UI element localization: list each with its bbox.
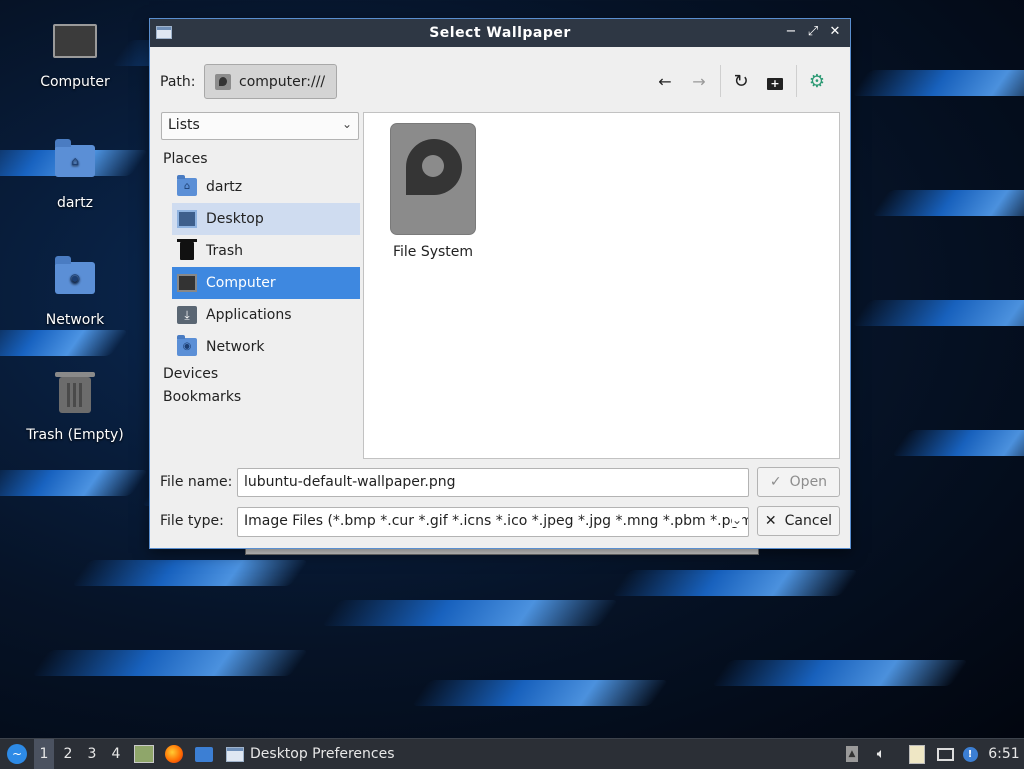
firefox-icon <box>165 745 183 763</box>
view-mode-select[interactable]: Lists ⌄ <box>161 112 359 140</box>
close-button[interactable]: ✕ <box>826 23 844 41</box>
close-icon: ✕ <box>764 513 777 529</box>
sidebar-item-label: Applications <box>206 307 292 323</box>
sidebar-item-label: Trash <box>206 243 243 259</box>
window-icon <box>226 746 244 762</box>
computer-icon <box>53 24 97 68</box>
desktop-icon-computer[interactable]: Computer <box>20 20 130 90</box>
minimize-button[interactable]: − <box>782 23 800 41</box>
sidebar-item-label: dartz <box>206 179 243 195</box>
dialog-titlebar[interactable]: Select Wallpaper − ⤢ ✕ <box>150 19 850 47</box>
bookmarks-heading[interactable]: Bookmarks <box>163 389 241 405</box>
desktop-icon-label: Network <box>45 312 105 328</box>
desktop-icon-label: dartz <box>56 195 94 211</box>
applications-icon: ⤓ <box>177 306 197 324</box>
desktop-icon <box>195 746 213 762</box>
sidebar-item-applications[interactable]: ⤓ Applications <box>172 299 360 331</box>
network-icon[interactable] <box>934 739 956 769</box>
firefox-launcher[interactable] <box>162 739 186 769</box>
file-item[interactable]: File System <box>378 123 488 260</box>
clipboard-icon[interactable] <box>906 739 928 769</box>
new-folder-button[interactable]: + <box>764 71 786 93</box>
workspace-4[interactable]: 4 <box>106 739 126 769</box>
devices-heading[interactable]: Devices <box>163 366 218 382</box>
desktop-icon <box>177 210 197 228</box>
trash-icon <box>53 372 97 421</box>
maximize-button[interactable]: ⤢ <box>804 23 822 41</box>
check-icon: ✓ <box>769 474 782 490</box>
network-folder-icon: ◉ <box>53 256 97 306</box>
show-desktop-button[interactable] <box>192 739 216 769</box>
file-view[interactable]: File System <box>363 112 840 459</box>
new-folder-icon: + <box>767 78 783 90</box>
file-type-select[interactable]: Image Files (*.bmp *.cur *.gif *.icns *.… <box>237 507 749 537</box>
file-type-label: File type: <box>160 513 224 529</box>
settings-icon[interactable]: ⚙ <box>806 71 828 93</box>
file-manager-icon <box>134 745 154 763</box>
desktop-icon-network[interactable]: ◉ Network <box>20 254 130 328</box>
workspace-2[interactable]: 2 <box>58 739 78 769</box>
network-folder-icon: ◉ <box>177 335 197 356</box>
sidebar-item-trash[interactable]: Trash <box>172 235 360 267</box>
task-label: Desktop Preferences <box>250 746 395 762</box>
dialog-title: Select Wallpaper <box>429 25 571 41</box>
chevron-down-icon: ⌄ <box>341 117 352 131</box>
toolbar-separator <box>796 65 797 97</box>
file-manager-launcher[interactable] <box>132 739 156 769</box>
sidebar-item-label: Desktop <box>206 211 264 227</box>
drive-icon <box>215 73 231 90</box>
sidebar-item-desktop[interactable]: Desktop <box>172 203 360 235</box>
notification-icon[interactable]: ! <box>960 739 980 769</box>
desktop-icon-label: Computer <box>40 74 110 90</box>
lubuntu-logo-icon: ~ <box>7 744 27 764</box>
chevron-down-icon: ⌄ <box>731 513 742 527</box>
computer-icon <box>177 274 197 292</box>
toolbar-separator <box>720 65 721 97</box>
sidebar-item-label: Network <box>206 339 265 355</box>
reload-icon[interactable]: ↻ <box>730 71 752 93</box>
start-menu-button[interactable]: ~ <box>4 739 30 769</box>
view-mode-value: Lists <box>168 117 200 133</box>
file-name-input[interactable]: lubuntu-default-wallpaper.png <box>237 468 749 497</box>
desktop-icon-label: Trash (Empty) <box>26 427 124 443</box>
desktop-icon-home[interactable]: ⌂ dartz <box>20 137 130 211</box>
path-label: Path: <box>160 74 196 90</box>
open-button-label: Open <box>789 474 828 490</box>
sidebar-item-dartz[interactable]: ⌂ dartz <box>172 171 360 203</box>
cancel-button[interactable]: ✕ Cancel <box>757 506 840 536</box>
taskbar: ~ 1 2 3 4 Desktop Preferences ▲ 🔈︎ ! 6:5… <box>0 738 1024 769</box>
sidebar-item-label: Computer <box>206 275 276 291</box>
workspace-3[interactable]: 3 <box>82 739 102 769</box>
sidebar-item-network[interactable]: ◉ Network <box>172 331 360 363</box>
background-window-edge <box>245 549 759 555</box>
places-heading: Places <box>163 151 208 167</box>
drive-icon <box>390 123 476 235</box>
trash-icon <box>177 239 197 260</box>
open-button[interactable]: ✓ Open <box>757 467 840 497</box>
desktop-icon-trash[interactable]: Trash (Empty) <box>20 371 130 443</box>
path-value: computer:/// <box>239 73 326 90</box>
forward-icon[interactable]: → <box>688 71 710 93</box>
home-folder-icon: ⌂ <box>177 175 197 196</box>
clock[interactable]: 6:51 <box>986 739 1022 769</box>
volume-icon[interactable]: 🔈︎ <box>870 739 892 769</box>
home-folder-icon: ⌂ <box>53 139 97 189</box>
tray-arrow-icon[interactable]: ▲ <box>842 739 862 769</box>
sidebar-item-computer[interactable]: Computer <box>172 267 360 299</box>
task-desktop-preferences[interactable]: Desktop Preferences <box>222 739 395 769</box>
file-item-label: File System <box>392 244 474 260</box>
workspace-1[interactable]: 1 <box>34 739 54 769</box>
file-type-value: Image Files (*.bmp *.cur *.gif *.icns *.… <box>244 513 749 529</box>
select-wallpaper-dialog: Select Wallpaper − ⤢ ✕ Path: computer://… <box>149 18 851 549</box>
back-icon[interactable]: ← <box>654 71 676 93</box>
file-name-label: File name: <box>160 474 233 490</box>
path-button[interactable]: computer:/// <box>204 64 337 99</box>
cancel-button-label: Cancel <box>784 513 833 529</box>
